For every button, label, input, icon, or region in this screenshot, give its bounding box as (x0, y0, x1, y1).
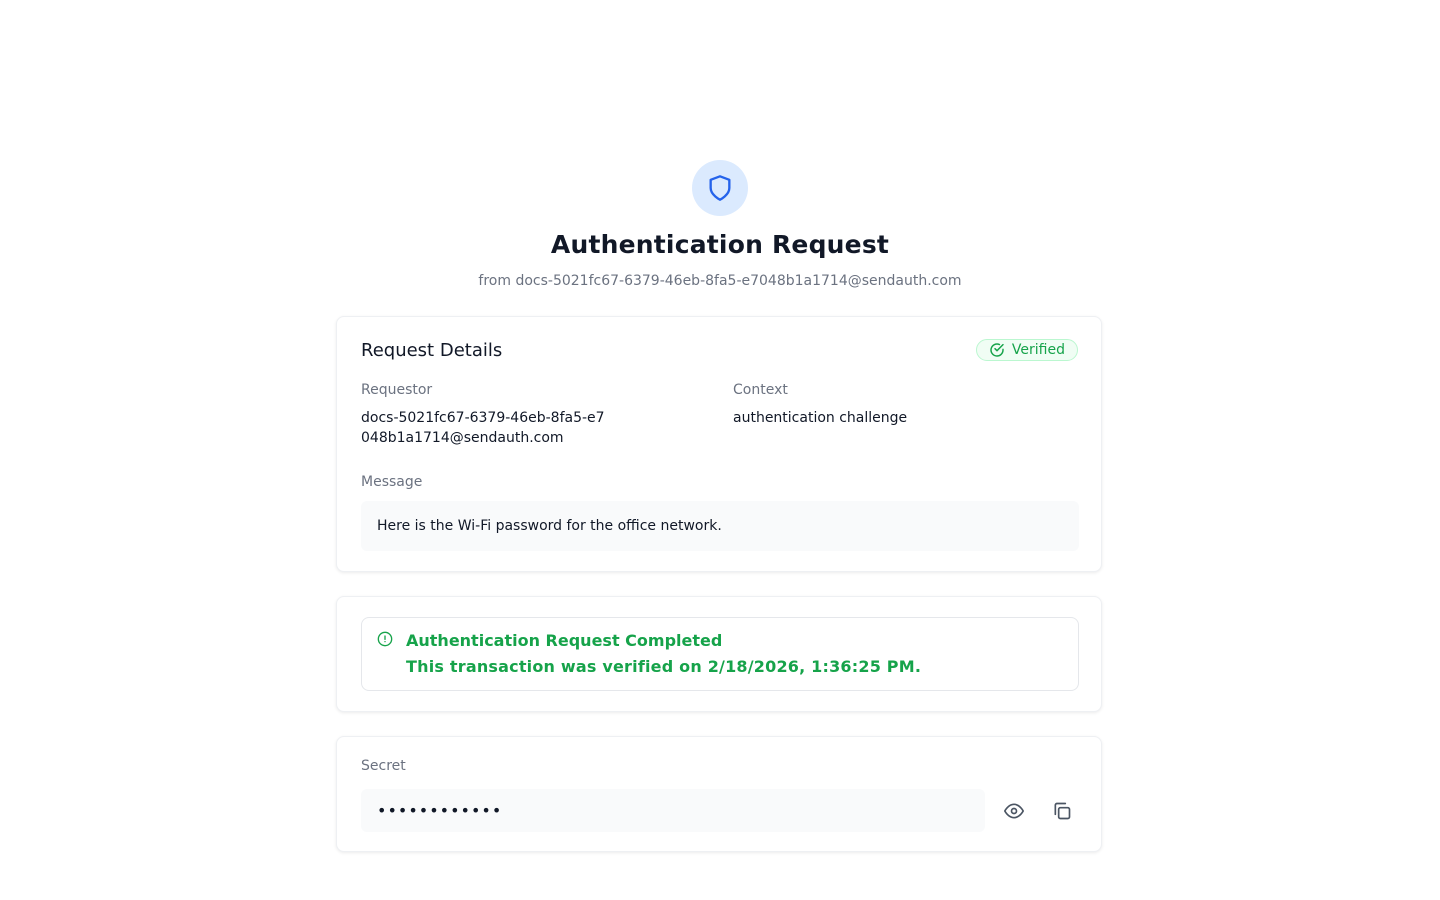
shield-badge (692, 160, 748, 216)
context-label: Context (733, 382, 788, 398)
message-box: Here is the Wi-Fi password for the offic… (361, 501, 1079, 551)
alert-circle-icon (377, 631, 393, 647)
status-title: Authentication Request Completed (406, 631, 723, 650)
auth-request-page: Authentication Request from docs-5021fc6… (0, 0, 1440, 900)
request-details-heading: Request Details (361, 340, 503, 361)
secret-masked-value: •••••••••••• (377, 801, 503, 820)
requestor-value: docs-5021fc67-6379-46eb-8fa5-e7048b1a171… (361, 410, 605, 446)
secret-field[interactable]: •••••••••••• (361, 789, 985, 832)
reveal-secret-button[interactable] (996, 793, 1032, 829)
secret-card: Secret •••••••••••• (336, 736, 1102, 852)
status-alert: Authentication Request Completed This tr… (361, 617, 1079, 691)
copy-secret-button[interactable] (1044, 793, 1080, 829)
context-value: authentication challenge (733, 410, 908, 426)
verified-badge-label: Verified (1011, 342, 1065, 358)
copy-icon (1054, 802, 1071, 820)
verified-badge: Verified (975, 339, 1078, 361)
message-text: Here is the Wi-Fi password for the offic… (377, 518, 722, 534)
secret-label: Secret (361, 758, 406, 774)
requestor-label: Requestor (361, 382, 433, 398)
status-card: Authentication Request Completed This tr… (336, 596, 1102, 712)
request-details-card: Request Details Verified Requestor docs-… (336, 316, 1102, 572)
message-label: Message (361, 474, 423, 490)
page-subtitle: from docs-5021fc67-6379-46eb-8fa5-e7048b… (478, 273, 962, 289)
page-title: Authentication Request (550, 230, 890, 259)
eye-icon (1004, 803, 1024, 819)
shield-icon (709, 175, 731, 201)
check-circle-icon (990, 343, 1004, 357)
status-message: This transaction was verified on 2/18/20… (406, 657, 922, 676)
